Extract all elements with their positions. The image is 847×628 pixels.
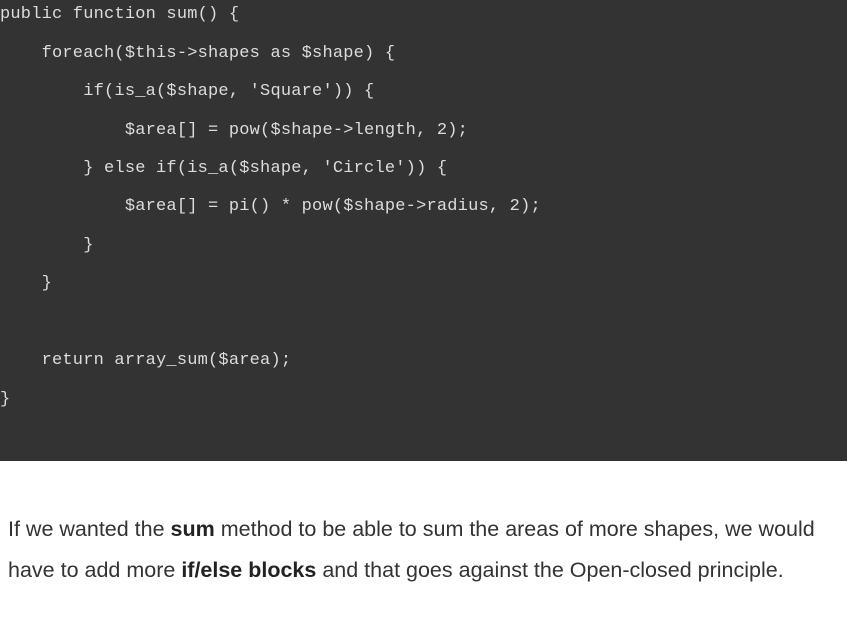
code-line: return array_sum($area); [0,351,292,370]
code-line: if(is_a($shape, 'Square')) { [0,82,375,101]
code-line: } [0,236,94,255]
code-line: } [0,390,11,409]
code-line: foreach($this->shapes as $shape) { [0,44,396,63]
paragraph-bold-term: if/else blocks [181,558,317,582]
code-line: } [0,274,53,293]
paragraph-text: If we wanted the [8,517,171,541]
paragraph-text: and that goes against the Open-closed pr… [316,558,784,582]
code-line: $area[] = pi() * pow($shape->radius, 2); [0,197,541,216]
code-line: $area[] = pow($shape->length, 2); [0,121,469,140]
code-line: public function sum() { [0,5,240,24]
code-block: public function sum() { foreach($this->s… [0,0,847,461]
explanation-paragraph: If we wanted the sum method to be able t… [8,509,843,591]
code-line: } else if(is_a($shape, 'Circle')) { [0,159,448,178]
paragraph-bold-term: sum [170,517,215,541]
